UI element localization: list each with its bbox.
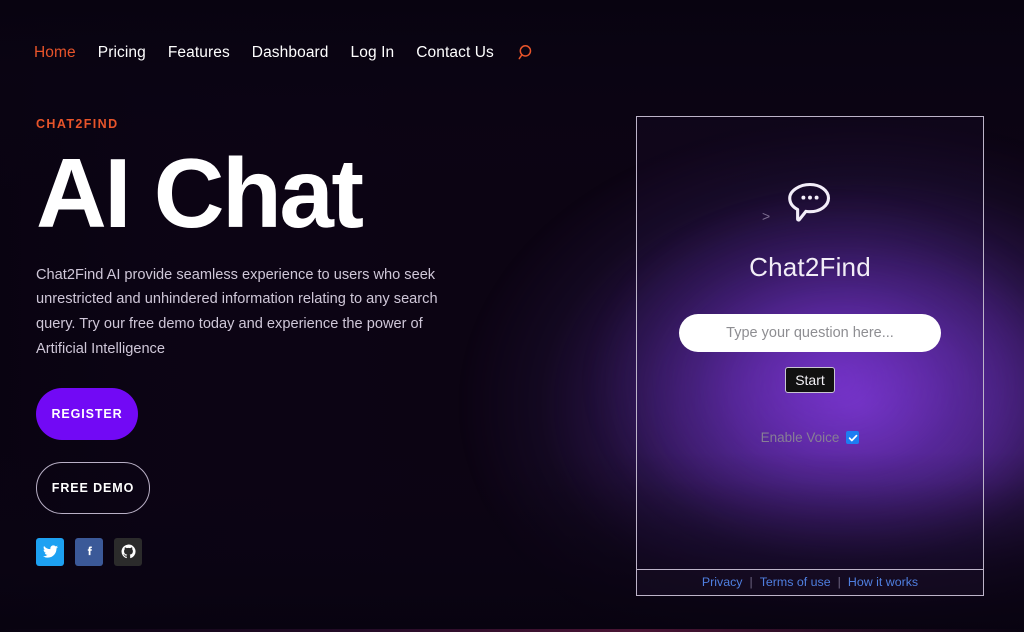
enable-voice-checkbox[interactable] — [846, 431, 860, 445]
nav-link-contact-us[interactable]: Contact Us — [416, 45, 494, 61]
footer-link-privacy[interactable]: Privacy — [702, 576, 743, 589]
chat-panel-footer: Privacy | Terms of use | How it works — [636, 569, 984, 596]
chat-panel-title: Chat2Find — [749, 252, 871, 282]
facebook-icon[interactable] — [75, 537, 103, 566]
free-demo-button[interactable]: FREE DEMO — [36, 461, 150, 514]
hero-section: CHAT2FIND AI Chat Chat2Find AI provide s… — [36, 118, 506, 566]
footer-link-how-it-works[interactable]: How it works — [848, 576, 918, 589]
footer-separator: | — [837, 575, 841, 590]
register-button[interactable]: REGISTER — [36, 387, 138, 440]
chat-question-input[interactable] — [679, 314, 941, 352]
twitter-icon[interactable] — [36, 537, 64, 566]
social-links — [36, 537, 506, 566]
start-button[interactable]: Start — [785, 367, 835, 393]
footer-link-terms-of-use[interactable]: Terms of use — [760, 576, 831, 589]
github-icon[interactable] — [114, 537, 142, 566]
hero-eyebrow: CHAT2FIND — [36, 117, 119, 131]
footer-separator: | — [749, 575, 753, 590]
nav-link-dashboard[interactable]: Dashboard — [252, 45, 329, 61]
chat-bubble-icon: > — [762, 179, 836, 232]
nav-link-log-in[interactable]: Log In — [351, 45, 395, 61]
chat-widget-panel: > Chat2Find Start Enable Voice — [636, 116, 984, 570]
enable-voice-label: Enable Voice — [760, 430, 840, 445]
nav-link-features[interactable]: Features — [168, 45, 230, 61]
main-navigation: Home Pricing Features Dashboard Log In C… — [34, 44, 535, 61]
hero-description: Chat2Find AI provide seamless experience… — [36, 266, 438, 357]
page-title: AI Chat — [36, 137, 364, 248]
nav-link-home[interactable]: Home — [34, 45, 76, 61]
prompt-caret: > — [762, 208, 771, 224]
enable-voice-row: Enable Voice — [761, 431, 860, 445]
hero-actions: REGISTER FREE DEMO — [36, 387, 506, 514]
search-icon[interactable] — [518, 44, 535, 61]
nav-link-pricing[interactable]: Pricing — [98, 45, 146, 61]
